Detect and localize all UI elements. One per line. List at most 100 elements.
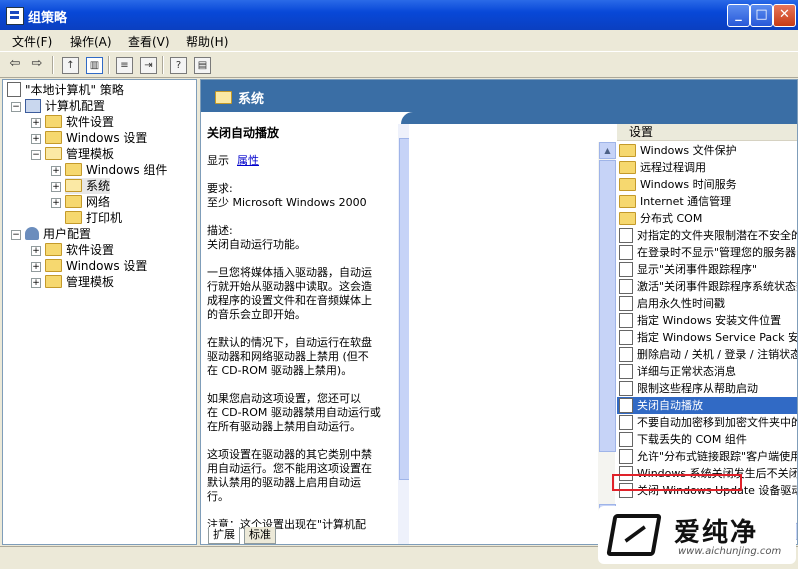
menu-bar: 文件(F) 操作(A) 查看(V) 帮助(H) <box>0 30 798 50</box>
open-folder-icon <box>215 91 232 104</box>
requires-value: 至少 Microsoft Windows 2000 <box>207 196 367 209</box>
export-list-icon[interactable]: ⇥ <box>140 57 157 74</box>
tab-standard[interactable]: 标准 <box>244 527 276 544</box>
tree-computer-config[interactable]: 计算机配置 <box>25 98 105 114</box>
list-vertical-scrollbar[interactable]: ▲ ▼ <box>598 142 616 522</box>
menu-view[interactable]: 查看(V) <box>128 33 170 50</box>
description-scroll-thumb[interactable] <box>399 138 409 480</box>
list-item-folder[interactable]: 分布式 COM <box>617 210 797 227</box>
expand-system[interactable]: + <box>51 182 61 192</box>
policy-setting-icon <box>619 329 633 345</box>
menu-file[interactable]: 文件(F) <box>12 33 52 50</box>
tree-user-config[interactable]: 用户配置 <box>25 226 91 242</box>
properties-link[interactable]: 属性 <box>237 154 259 168</box>
help-icon[interactable]: ? <box>170 57 187 74</box>
toolbar-separator <box>108 56 110 74</box>
expand-user-windows-settings[interactable]: + <box>31 262 41 272</box>
expand-windows-settings[interactable]: + <box>31 134 41 144</box>
expand-network[interactable]: + <box>51 198 61 208</box>
tree-software-settings[interactable]: 软件设置 <box>45 114 114 130</box>
list-item-policy[interactable]: 下载丢失的 COM 组件 <box>617 431 797 448</box>
list-item-policy[interactable]: 对指定的文件夹限制潜在不安全的"HTML 帮助"功能 <box>617 227 797 244</box>
show-hide-tree-icon[interactable]: ▥ <box>86 57 103 74</box>
list-item-policy[interactable]: 激活"关闭事件跟踪程序系统状态数据"功能 <box>617 278 797 295</box>
tree-windows-components[interactable]: Windows 组件 <box>65 162 167 178</box>
list-item-policy[interactable]: 限制这些程序从帮助启动 <box>617 380 797 397</box>
expand-windows-components[interactable]: + <box>51 166 61 176</box>
description-para1-line: 的音乐会立即开始。 <box>207 308 306 321</box>
list-item-policy[interactable]: 不要自动加密移到加密文件夹中的文件 <box>617 414 797 431</box>
policy-setting-icon <box>619 244 633 260</box>
list-item-policy[interactable]: 允许"分布式链接跟踪"客户端使用域资源 <box>617 448 797 465</box>
folder-icon <box>619 160 636 174</box>
description-para2-line: 在默认的情况下，自动运行在软盘 <box>207 336 372 349</box>
view-tabs: 扩展 标准 <box>200 527 460 545</box>
expand-software-settings[interactable]: + <box>31 118 41 128</box>
list-item-policy[interactable]: 删除启动 / 关机 / 登录 / 注销状态消息 <box>617 346 797 363</box>
toolbar: ⇦ ⇨ ↑ ▥ ≡ ⇥ ? ▤ <box>0 51 798 78</box>
list-item-policy[interactable]: 详细与正常状态消息 <box>617 363 797 380</box>
list-item-policy[interactable]: 关闭自动播放 <box>617 397 797 414</box>
collapse-user-config[interactable]: − <box>11 230 21 240</box>
expand-user-admin-templates[interactable]: + <box>31 278 41 288</box>
list-item-policy[interactable]: 在登录时不显示"管理您的服务器"页 <box>617 244 797 261</box>
collapse-computer-config[interactable]: − <box>11 102 21 112</box>
tree-printers[interactable]: 打印机 <box>65 210 122 226</box>
toolbar-separator <box>52 56 54 74</box>
section-title: 系统 <box>238 92 265 107</box>
policy-setting-icon <box>619 397 633 413</box>
back-arrow-icon[interactable]: ⇦ <box>6 55 24 73</box>
tree-root-label: "本地计算机" 策略 <box>25 83 124 97</box>
tree-windows-components-label: Windows 组件 <box>86 163 168 177</box>
menu-help[interactable]: 帮助(H) <box>186 33 228 50</box>
forward-arrow-icon[interactable]: ⇨ <box>28 55 46 73</box>
list-item-folder[interactable]: 远程过程调用 <box>617 159 797 176</box>
tree-user-admin-templates[interactable]: 管理模板 <box>45 274 114 290</box>
list-item-label: 关闭自动播放 <box>637 399 703 412</box>
list-item-folder[interactable]: Windows 文件保护 <box>617 142 797 159</box>
tree-network[interactable]: 网络 <box>65 194 110 210</box>
tree-user-windows-settings[interactable]: Windows 设置 <box>45 258 147 274</box>
description-para1-line: 行就开始从驱动器中读取。这会造 <box>207 280 372 293</box>
description-para2-line: 驱动器和网络驱动器上禁用 (但不 <box>207 350 369 363</box>
watermark: 爱纯净 www.aichunjing.com <box>598 506 796 564</box>
list-item-policy[interactable]: 指定 Windows Service Pack 安装文件位置 <box>617 329 797 346</box>
extended-view-icon[interactable]: ▤ <box>194 57 211 74</box>
column-header-settings[interactable]: 设置 <box>617 124 797 141</box>
list-item-label: Windows 文件保护 <box>640 144 737 157</box>
maximize-button[interactable]: □ <box>750 4 773 27</box>
group-policy-app-icon <box>6 7 24 25</box>
scroll-up-arrow-icon[interactable]: ▲ <box>599 142 616 159</box>
tree-root[interactable]: "本地计算机" 策略 <box>7 82 124 98</box>
description-label: 描述: <box>207 224 233 237</box>
tree-admin-templates[interactable]: 管理模板 <box>45 146 114 162</box>
folder-icon <box>65 163 82 176</box>
list-scroll-thumb[interactable] <box>599 160 616 452</box>
watermark-logo-icon <box>606 514 662 556</box>
tree-windows-settings-label: Windows 设置 <box>66 131 148 145</box>
tree-network-label: 网络 <box>86 195 111 209</box>
tab-extended[interactable]: 扩展 <box>208 527 240 544</box>
list-item-folder[interactable]: Windows 时间服务 <box>617 176 797 193</box>
menu-action[interactable]: 操作(A) <box>70 33 112 50</box>
tree-system[interactable]: 系统 <box>65 178 111 194</box>
folder-icon <box>45 259 62 272</box>
tree-windows-settings[interactable]: Windows 设置 <box>45 130 147 146</box>
tree-user-software-settings[interactable]: 软件设置 <box>45 242 114 258</box>
list-item-policy[interactable]: 显示"关闭事件跟踪程序" <box>617 261 797 278</box>
properties-icon[interactable]: ≡ <box>116 57 133 74</box>
folder-icon <box>45 275 62 288</box>
window-title: 组策略 <box>28 11 68 26</box>
list-item-label: 详细与正常状态消息 <box>637 365 736 378</box>
list-item-policy[interactable]: 启用永久性时间戳 <box>617 295 797 312</box>
expand-user-software-settings[interactable]: + <box>31 246 41 256</box>
minimize-button[interactable]: _ <box>727 4 750 27</box>
list-item-folder[interactable]: Internet 通信管理 <box>617 193 797 210</box>
list-item-policy[interactable]: 指定 Windows 安装文件位置 <box>617 312 797 329</box>
description-scrollbar[interactable] <box>398 124 409 544</box>
collapse-admin-templates[interactable]: − <box>31 150 41 160</box>
list-item-label: 激活"关闭事件跟踪程序系统状态数据"功能 <box>637 280 797 293</box>
close-button[interactable]: ✕ <box>773 4 796 27</box>
user-icon <box>25 227 39 240</box>
up-folder-icon[interactable]: ↑ <box>62 57 79 74</box>
